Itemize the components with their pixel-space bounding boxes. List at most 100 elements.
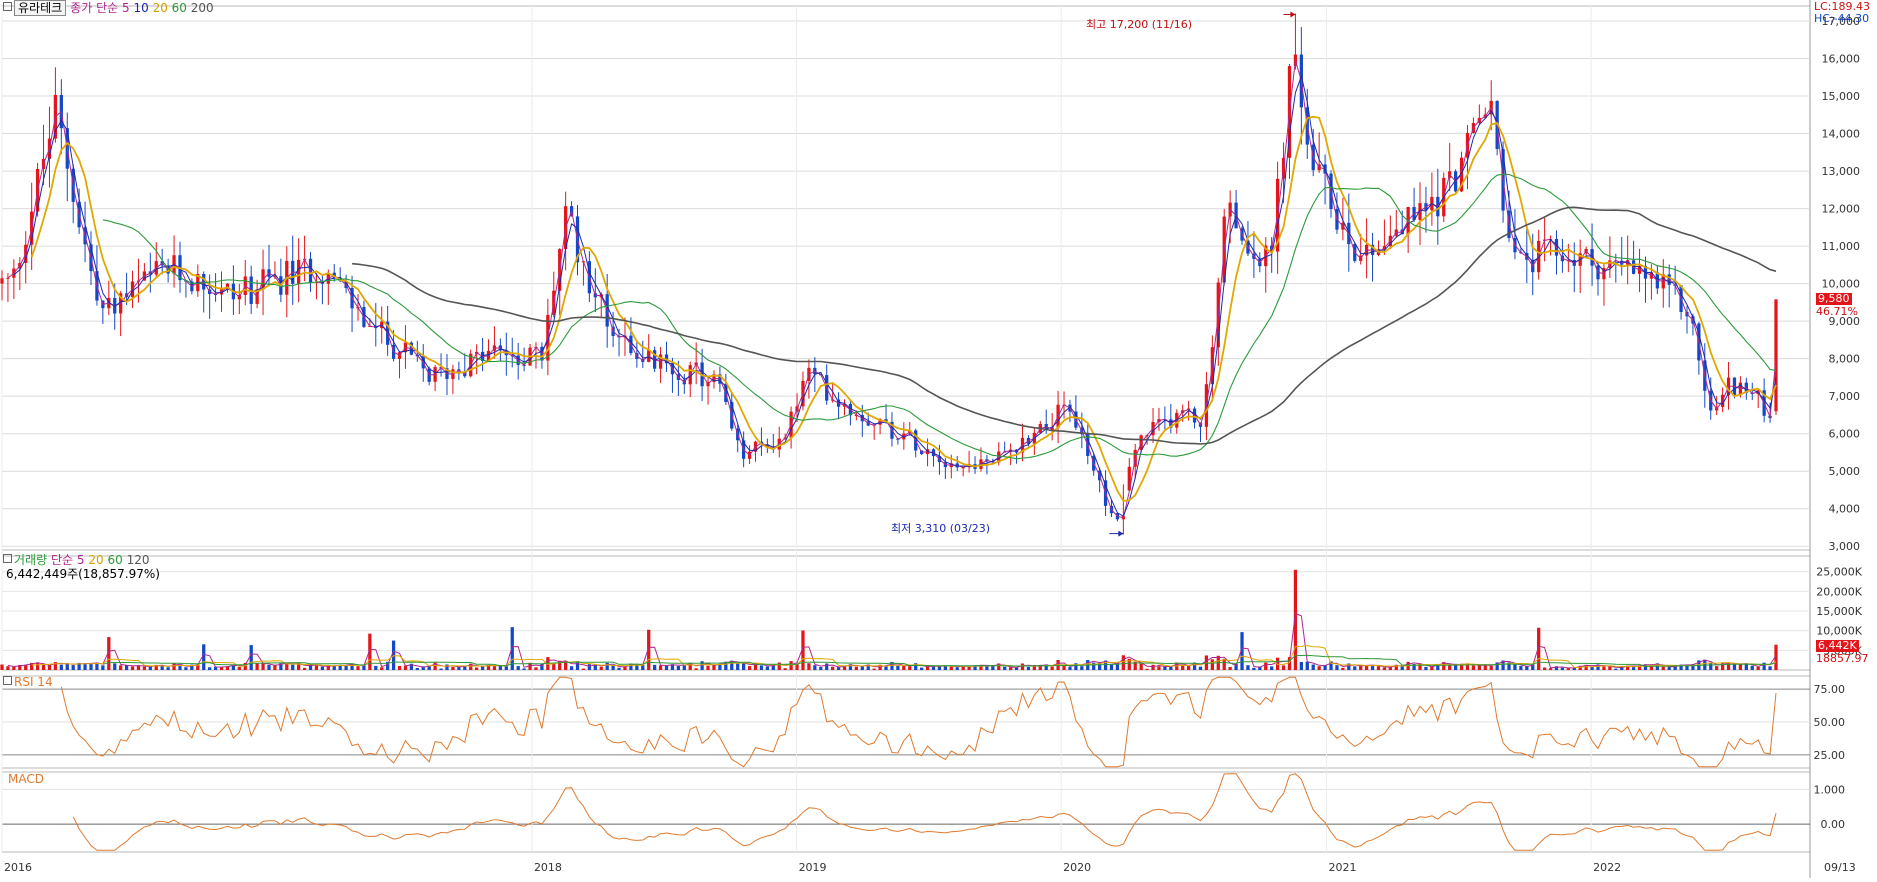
volume-bar (1756, 666, 1760, 670)
volume-bar (332, 665, 336, 670)
candle-body (0, 278, 4, 284)
volume-bar (1145, 668, 1149, 670)
volume-bar (433, 662, 437, 670)
vol-ma-period-5: 5 (76, 553, 85, 567)
vol-ma-period-60: 60 (107, 553, 123, 567)
volume-bar (451, 666, 455, 670)
symbol-name[interactable]: 유라테크 (14, 0, 67, 16)
macd-y-tick: 1.000 (1814, 783, 1846, 796)
volume-bar (1181, 665, 1185, 670)
volume-bar (854, 666, 858, 670)
volume-bar (1661, 666, 1665, 670)
volume-bar (1151, 664, 1155, 670)
volume-bar (872, 668, 876, 670)
volume-bar (1560, 667, 1565, 670)
volume-bar (1062, 666, 1066, 670)
volume-bar (415, 668, 419, 670)
last-price-tag: 9,580 (1816, 292, 1852, 305)
volume-bar (706, 665, 710, 670)
volume-bar (24, 664, 28, 670)
volume-bar (504, 666, 508, 670)
volume-bar (736, 663, 740, 670)
volume-bar (581, 668, 586, 670)
volume-bar (1222, 658, 1226, 670)
volume-bar (1139, 663, 1143, 670)
volume-y-tick: 25,000K (1816, 566, 1862, 579)
volume-bar (208, 667, 212, 670)
rsi-label: RSI 14 (14, 675, 53, 689)
volume-bar (1709, 663, 1713, 670)
volume-bar (653, 664, 657, 670)
x-axis-label: 2020 (1063, 861, 1091, 874)
volume-ratio-tag: 18857.97 (1816, 652, 1869, 665)
volume-bar (1667, 667, 1671, 670)
low-marker-arrow (1118, 530, 1124, 537)
volume-bar (1198, 666, 1203, 670)
volume-bar (237, 667, 241, 670)
volume-bar (611, 665, 615, 670)
high-annotation: 최고 17,200 (11/16) (1086, 18, 1193, 31)
volume-bar (6, 666, 10, 670)
volume-bar (166, 667, 170, 670)
price-y-tick: 5,000 (1829, 465, 1861, 478)
volume-bar (1542, 667, 1547, 670)
vol-ma-period-20: 20 (88, 553, 104, 567)
price-y-tick: 6,000 (1829, 428, 1861, 441)
volume-bar (1020, 663, 1025, 670)
volume-bar (83, 664, 87, 670)
volume-bar (492, 666, 497, 670)
volume-bar (184, 667, 188, 670)
volume-bar (380, 667, 384, 670)
volume-bar (1157, 666, 1161, 670)
volume-bar (1246, 665, 1250, 670)
volume-bar (908, 666, 912, 670)
volume-bar (219, 667, 224, 670)
volume-bar (516, 666, 520, 670)
volume-bar (896, 665, 900, 670)
ma-period-20: 20 (152, 1, 168, 15)
volume-bar (113, 663, 117, 670)
volume-bar (664, 665, 669, 670)
volume-info: 6,442,449주(18,857.97%) (6, 567, 160, 581)
macd-y-tick: 0.00 (1821, 818, 1846, 831)
volume-bar (795, 664, 799, 670)
volume-bar (1732, 664, 1737, 670)
rsi-y-tick: 75.00 (1814, 683, 1846, 696)
volume-bar (1726, 662, 1731, 670)
volume-panel-menu-icon[interactable] (3, 554, 12, 563)
rsi-legend: RSI 14 (3, 675, 53, 689)
volume-bar (1341, 667, 1345, 670)
volume-bar (1068, 667, 1072, 670)
volume-bar (397, 666, 402, 670)
volume-bar (967, 666, 971, 670)
volume-bar (1252, 667, 1256, 670)
volume-bar (831, 666, 835, 670)
volume-bar (1477, 664, 1481, 670)
volume-bar (1270, 666, 1274, 670)
volume-bar (1299, 661, 1303, 670)
macd-panel-frame (1, 771, 1811, 853)
volume-y-tick: 20,000K (1816, 585, 1862, 598)
macd-label: MACD (8, 772, 44, 786)
rsi-panel-menu-icon[interactable] (3, 676, 12, 685)
volume-bar (47, 665, 52, 670)
volume-bar (747, 666, 752, 670)
volume-bar (1008, 667, 1013, 670)
price-y-tick: 11,000 (1822, 240, 1861, 253)
volume-bar (534, 667, 538, 670)
x-axis-label: 2022 (1593, 861, 1621, 874)
candle-body (1774, 299, 1778, 412)
low-annotation: 최저 3,310 (03/23) (891, 522, 991, 535)
panel-menu-icon[interactable] (3, 2, 12, 11)
price-y-tick: 16,000 (1822, 53, 1861, 66)
volume-bar (1014, 667, 1019, 670)
volume-bar (1109, 664, 1114, 670)
volume-bar (825, 663, 829, 670)
ma-period-5: 5 (121, 1, 130, 15)
volume-bar (1163, 666, 1167, 670)
volume-bar (1424, 666, 1428, 670)
volume-bar (59, 664, 63, 670)
volume-bar (1050, 666, 1054, 670)
volume-bar (124, 665, 129, 670)
volume-bar (1305, 661, 1309, 670)
